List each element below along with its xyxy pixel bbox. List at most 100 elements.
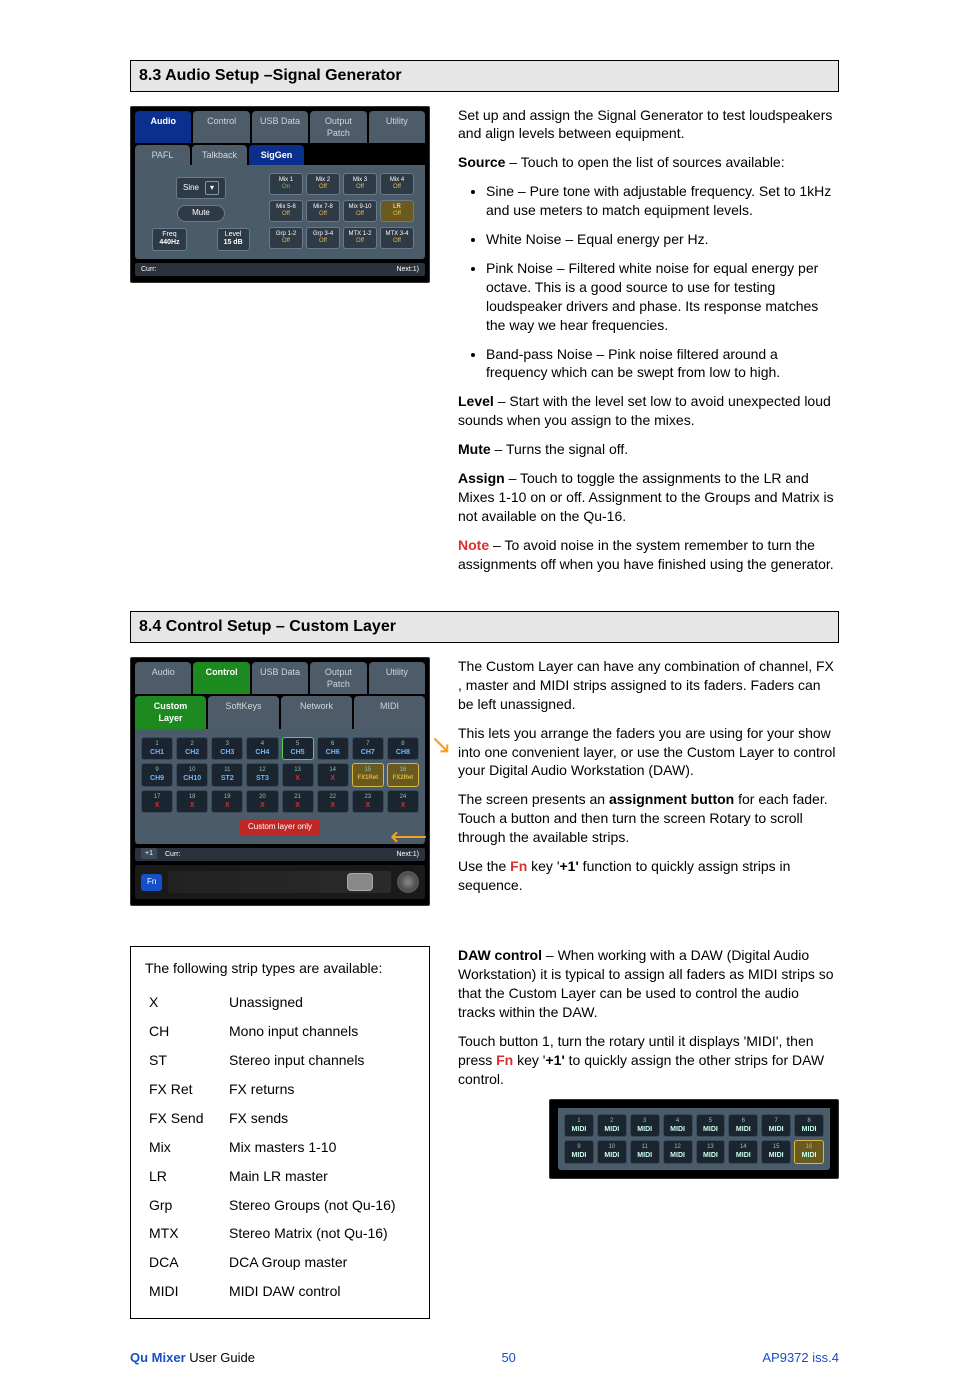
- tab-usb-data[interactable]: USB Data: [252, 662, 308, 694]
- assign-slot-19[interactable]: 19X: [211, 790, 243, 814]
- assign-label-txt: Assign: [458, 470, 505, 486]
- mute-button[interactable]: Mute: [177, 205, 225, 222]
- source-bullet: Band-pass Noise – Pink noise filtered ar…: [486, 345, 839, 383]
- assign-text: – Touch to toggle the assignments to the…: [458, 470, 834, 524]
- mix-assign-mix9-10[interactable]: Mix 9-10Off: [343, 200, 377, 222]
- mute-label-txt: Mute: [458, 441, 491, 457]
- mix-assign-mix5-6[interactable]: Mix 5-6Off: [269, 200, 303, 222]
- type-key: MIDI: [145, 1277, 225, 1306]
- assign-slot-18[interactable]: 18X: [176, 790, 208, 814]
- tab-audio[interactable]: Audio: [135, 111, 191, 143]
- midi-slot-15[interactable]: 15MIDI: [761, 1140, 791, 1164]
- footer-next-2: Next:1): [396, 850, 419, 859]
- source-bullet: Sine – Pure tone with adjustable frequen…: [486, 182, 839, 220]
- mix-assign-mix7-8[interactable]: Mix 7-8Off: [306, 200, 340, 222]
- assign-slot-3[interactable]: 3CH3: [211, 737, 243, 761]
- freq-box[interactable]: Freq 440Hz: [152, 228, 186, 251]
- assign-slot-16[interactable]: 16FX2Ret: [387, 763, 419, 787]
- assign-slot-12[interactable]: 12ST3: [246, 763, 278, 787]
- cl-p6: Touch button 1, turn the rotary until it…: [458, 1032, 839, 1089]
- footer-left: Qu Mixer User Guide: [130, 1349, 255, 1367]
- source-bullets: Sine – Pure tone with adjustable frequen…: [458, 182, 839, 382]
- mix-assign-lr[interactable]: LROff: [380, 200, 414, 222]
- p4-fn: Fn: [510, 858, 527, 874]
- assign-slot-24[interactable]: 24X: [387, 790, 419, 814]
- dropdown-icon[interactable]: ▾: [205, 181, 219, 195]
- plus1-header-tag: +1: [141, 848, 157, 859]
- midi-slot-14[interactable]: 14MIDI: [728, 1140, 758, 1164]
- mix-assign-mix3[interactable]: Mix 3Off: [343, 173, 377, 195]
- midi-slot-8[interactable]: 8MIDI: [794, 1114, 824, 1138]
- assign-slot-20[interactable]: 20X: [246, 790, 278, 814]
- type-row: GrpStereo Groups (not Qu-16): [145, 1191, 415, 1220]
- mix-assign-mix2[interactable]: Mix 2Off: [306, 173, 340, 195]
- assign-slot-21[interactable]: 21X: [282, 790, 314, 814]
- mix-assign-mix1[interactable]: Mix 1On: [269, 173, 303, 195]
- subtab-softkeys[interactable]: SoftKeys: [208, 696, 279, 728]
- subtab-custom-layer[interactable]: Custom Layer: [135, 696, 206, 728]
- mix-assign-mix4[interactable]: Mix 4Off: [380, 173, 414, 195]
- assign-slot-6[interactable]: 6CH6: [317, 737, 349, 761]
- rotary-knob[interactable]: [397, 871, 419, 893]
- fader-strip[interactable]: [168, 871, 391, 893]
- midi-slot-10[interactable]: 10MIDI: [597, 1140, 627, 1164]
- assign-slot-13[interactable]: 13X: [282, 763, 314, 787]
- tab-output-patch[interactable]: Output Patch: [310, 111, 366, 143]
- midi-slot-3[interactable]: 3MIDI: [630, 1114, 660, 1138]
- tab-output-patch[interactable]: Output Patch: [310, 662, 366, 694]
- daw-label: DAW control: [458, 947, 542, 963]
- sine-source[interactable]: Sine ▾: [176, 177, 226, 199]
- assign-slot-15[interactable]: 15FX1Ret: [352, 763, 384, 787]
- assign-slot-1[interactable]: 1CH1: [141, 737, 173, 761]
- midi-slot-11[interactable]: 11MIDI: [630, 1140, 660, 1164]
- assign-slot-17[interactable]: 17X: [141, 790, 173, 814]
- tab-utility[interactable]: Utility: [369, 662, 425, 694]
- type-key: ST: [145, 1046, 225, 1075]
- subtab-pafl[interactable]: PAFL: [135, 145, 190, 165]
- assign-slot-23[interactable]: 23X: [352, 790, 384, 814]
- subtab-siggen[interactable]: SigGen: [249, 145, 304, 165]
- subtab-midi[interactable]: MIDI: [354, 696, 425, 728]
- midi-slot-16[interactable]: 16MIDI: [794, 1140, 824, 1164]
- tab-audio[interactable]: Audio: [135, 662, 191, 694]
- level-value: 15 dB: [224, 239, 243, 247]
- type-desc: Stereo Matrix (not Qu-16): [225, 1219, 415, 1248]
- midi-slot-13[interactable]: 13MIDI: [696, 1140, 726, 1164]
- midi-slot-6[interactable]: 6MIDI: [728, 1114, 758, 1138]
- mix-assign-grp1-2[interactable]: Grp 1-2Off: [269, 227, 303, 249]
- level-box[interactable]: Level 15 dB: [217, 228, 250, 251]
- midi-slot-9[interactable]: 9MIDI: [564, 1140, 594, 1164]
- mix-assign-grp3-4[interactable]: Grp 3-4Off: [306, 227, 340, 249]
- assign-slot-14[interactable]: 14X: [317, 763, 349, 787]
- tab-usb-data[interactable]: USB Data: [252, 111, 308, 143]
- assign-slot-11[interactable]: 11ST2: [211, 763, 243, 787]
- mix-assign-mtx3-4[interactable]: MTX 3-4Off: [380, 227, 414, 249]
- midi-slot-7[interactable]: 7MIDI: [761, 1114, 791, 1138]
- midi-slot-12[interactable]: 12MIDI: [663, 1140, 693, 1164]
- subtab-network[interactable]: Network: [281, 696, 352, 728]
- assign-slot-8[interactable]: 8CH8: [387, 737, 419, 761]
- custom-layer-screenshot: AudioControlUSB DataOutput PatchUtility …: [130, 657, 430, 906]
- mix-assign-mtx1-2[interactable]: MTX 1-2Off: [343, 227, 377, 249]
- tab-control[interactable]: Control: [193, 662, 249, 694]
- custom-layer-only[interactable]: Custom layer only: [240, 819, 320, 836]
- assign-slot-9[interactable]: 9CH9: [141, 763, 173, 787]
- assign-slot-5[interactable]: 5CH5: [282, 737, 314, 761]
- tab-control[interactable]: Control: [193, 111, 249, 143]
- tab-utility[interactable]: Utility: [369, 111, 425, 143]
- p4a: Use the: [458, 858, 510, 874]
- assign-slot-2[interactable]: 2CH2: [176, 737, 208, 761]
- midi-slot-4[interactable]: 4MIDI: [663, 1114, 693, 1138]
- fn-button[interactable]: Fn: [141, 874, 162, 891]
- midi-slot-1[interactable]: 1MIDI: [564, 1114, 594, 1138]
- assign-slot-22[interactable]: 22X: [317, 790, 349, 814]
- subtab-talkback[interactable]: Talkback: [192, 145, 247, 165]
- assign-slot-4[interactable]: 4CH4: [246, 737, 278, 761]
- assign-slot-10[interactable]: 10CH10: [176, 763, 208, 787]
- type-desc: Mix masters 1-10: [225, 1133, 415, 1162]
- fn-label: Fn: [147, 877, 156, 886]
- midi-slot-2[interactable]: 2MIDI: [597, 1114, 627, 1138]
- fader-knob[interactable]: [347, 873, 373, 891]
- assign-slot-7[interactable]: 7CH7: [352, 737, 384, 761]
- midi-slot-5[interactable]: 5MIDI: [696, 1114, 726, 1138]
